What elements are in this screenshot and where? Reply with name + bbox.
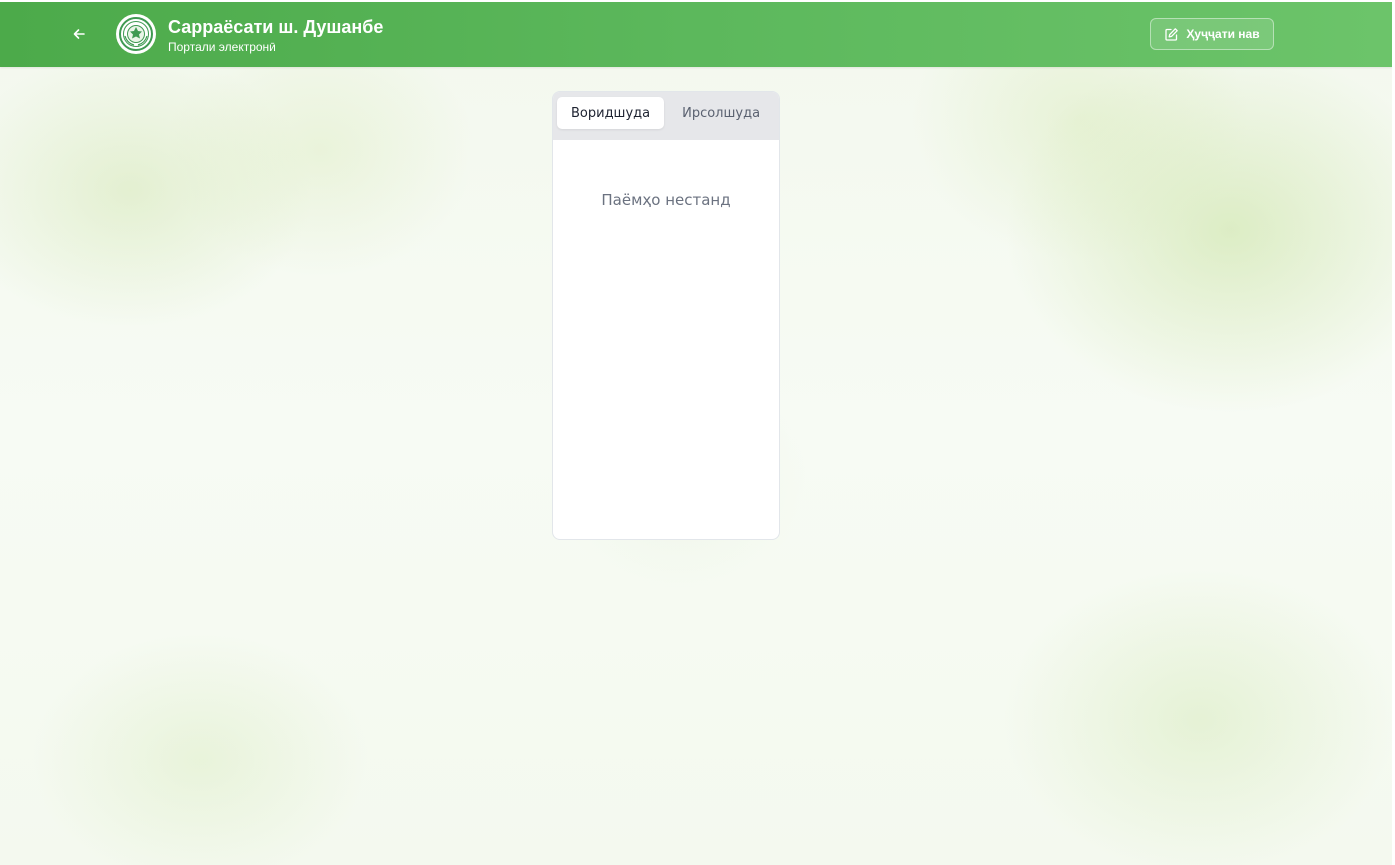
- app-header: Сарраёсати ш. Душанбе Портали электронӣ …: [0, 2, 1392, 67]
- page-subtitle: Портали электронӣ: [168, 40, 276, 54]
- tab-sent[interactable]: Ирсолшуда: [668, 97, 774, 129]
- tab-inbox[interactable]: Воридшуда: [557, 97, 665, 129]
- new-document-label: Ҳуҷҷати нав: [1186, 27, 1260, 41]
- back-button[interactable]: [66, 21, 92, 47]
- new-document-button[interactable]: Ҳуҷҷати нав: [1150, 18, 1274, 50]
- messages-tabs: Воридшуда Ирсолшуда: [553, 92, 779, 140]
- emblem-logo: [116, 14, 156, 54]
- empty-state-text: Паёмҳо нестанд: [601, 191, 731, 209]
- edit-square-icon: [1164, 27, 1179, 42]
- arrow-left-icon: [72, 27, 86, 41]
- messages-panel: Воридшуда Ирсолшуда Паёмҳо нестанд: [552, 91, 780, 540]
- top-border: [0, 0, 1395, 2]
- page-title: Сарраёсати ш. Душанбе: [168, 17, 384, 37]
- title-block: Сарраёсати ш. Душанбе Портали электронӣ: [168, 16, 383, 55]
